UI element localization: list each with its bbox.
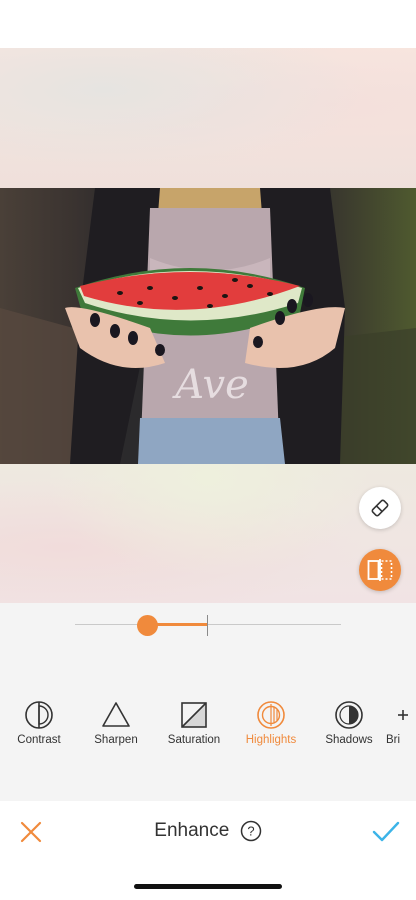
svg-text:?: ? [247, 824, 254, 839]
help-circle-icon[interactable]: ? [240, 820, 262, 842]
triangle-icon [102, 702, 130, 727]
tool-shadows[interactable]: Shadows [309, 700, 389, 746]
eraser-icon [371, 499, 389, 517]
tool-contrast[interactable]: Contrast [0, 700, 79, 746]
tool-label-brightness: Bri [386, 734, 401, 746]
home-indicator [134, 884, 282, 889]
tool-brightness[interactable]: Bri [386, 700, 416, 746]
saturation-icon [181, 702, 207, 728]
editor-title: Enhance [154, 820, 230, 841]
editor-title-group: Enhance ? [0, 820, 416, 842]
tool-sharpen[interactable]: Sharpen [76, 700, 156, 746]
tool-label-saturation: Saturation [167, 734, 221, 746]
compare-icon [367, 559, 393, 581]
highlights-icon [257, 701, 285, 729]
blurred-background-top [0, 48, 416, 188]
tool-highlights[interactable]: Highlights [231, 700, 311, 746]
slider-thumb[interactable] [136, 615, 158, 636]
slider-center-mark [207, 615, 208, 636]
svg-text:Ave: Ave [171, 362, 249, 408]
eraser-button[interactable] [359, 487, 401, 529]
photo-illustration: Ave [0, 188, 416, 464]
tool-label-highlights: Highlights [245, 734, 297, 746]
confirm-button[interactable] [371, 819, 401, 845]
tool-label-contrast: Contrast [17, 734, 61, 746]
slider-track[interactable] [75, 624, 341, 625]
status-bar [0, 0, 416, 48]
edited-photo: Ave [0, 188, 416, 464]
tool-label-sharpen: Sharpen [94, 734, 138, 746]
tool-label-shadows: Shadows [325, 734, 373, 746]
blurred-background-bottom [0, 464, 416, 603]
tool-saturation[interactable]: Saturation [154, 700, 234, 746]
shadows-icon [335, 701, 363, 729]
photo-canvas[interactable]: Ave [0, 48, 416, 603]
compare-button[interactable] [359, 549, 401, 591]
brightness-icon [398, 710, 408, 720]
contrast-icon [25, 701, 53, 729]
check-icon [372, 821, 400, 842]
